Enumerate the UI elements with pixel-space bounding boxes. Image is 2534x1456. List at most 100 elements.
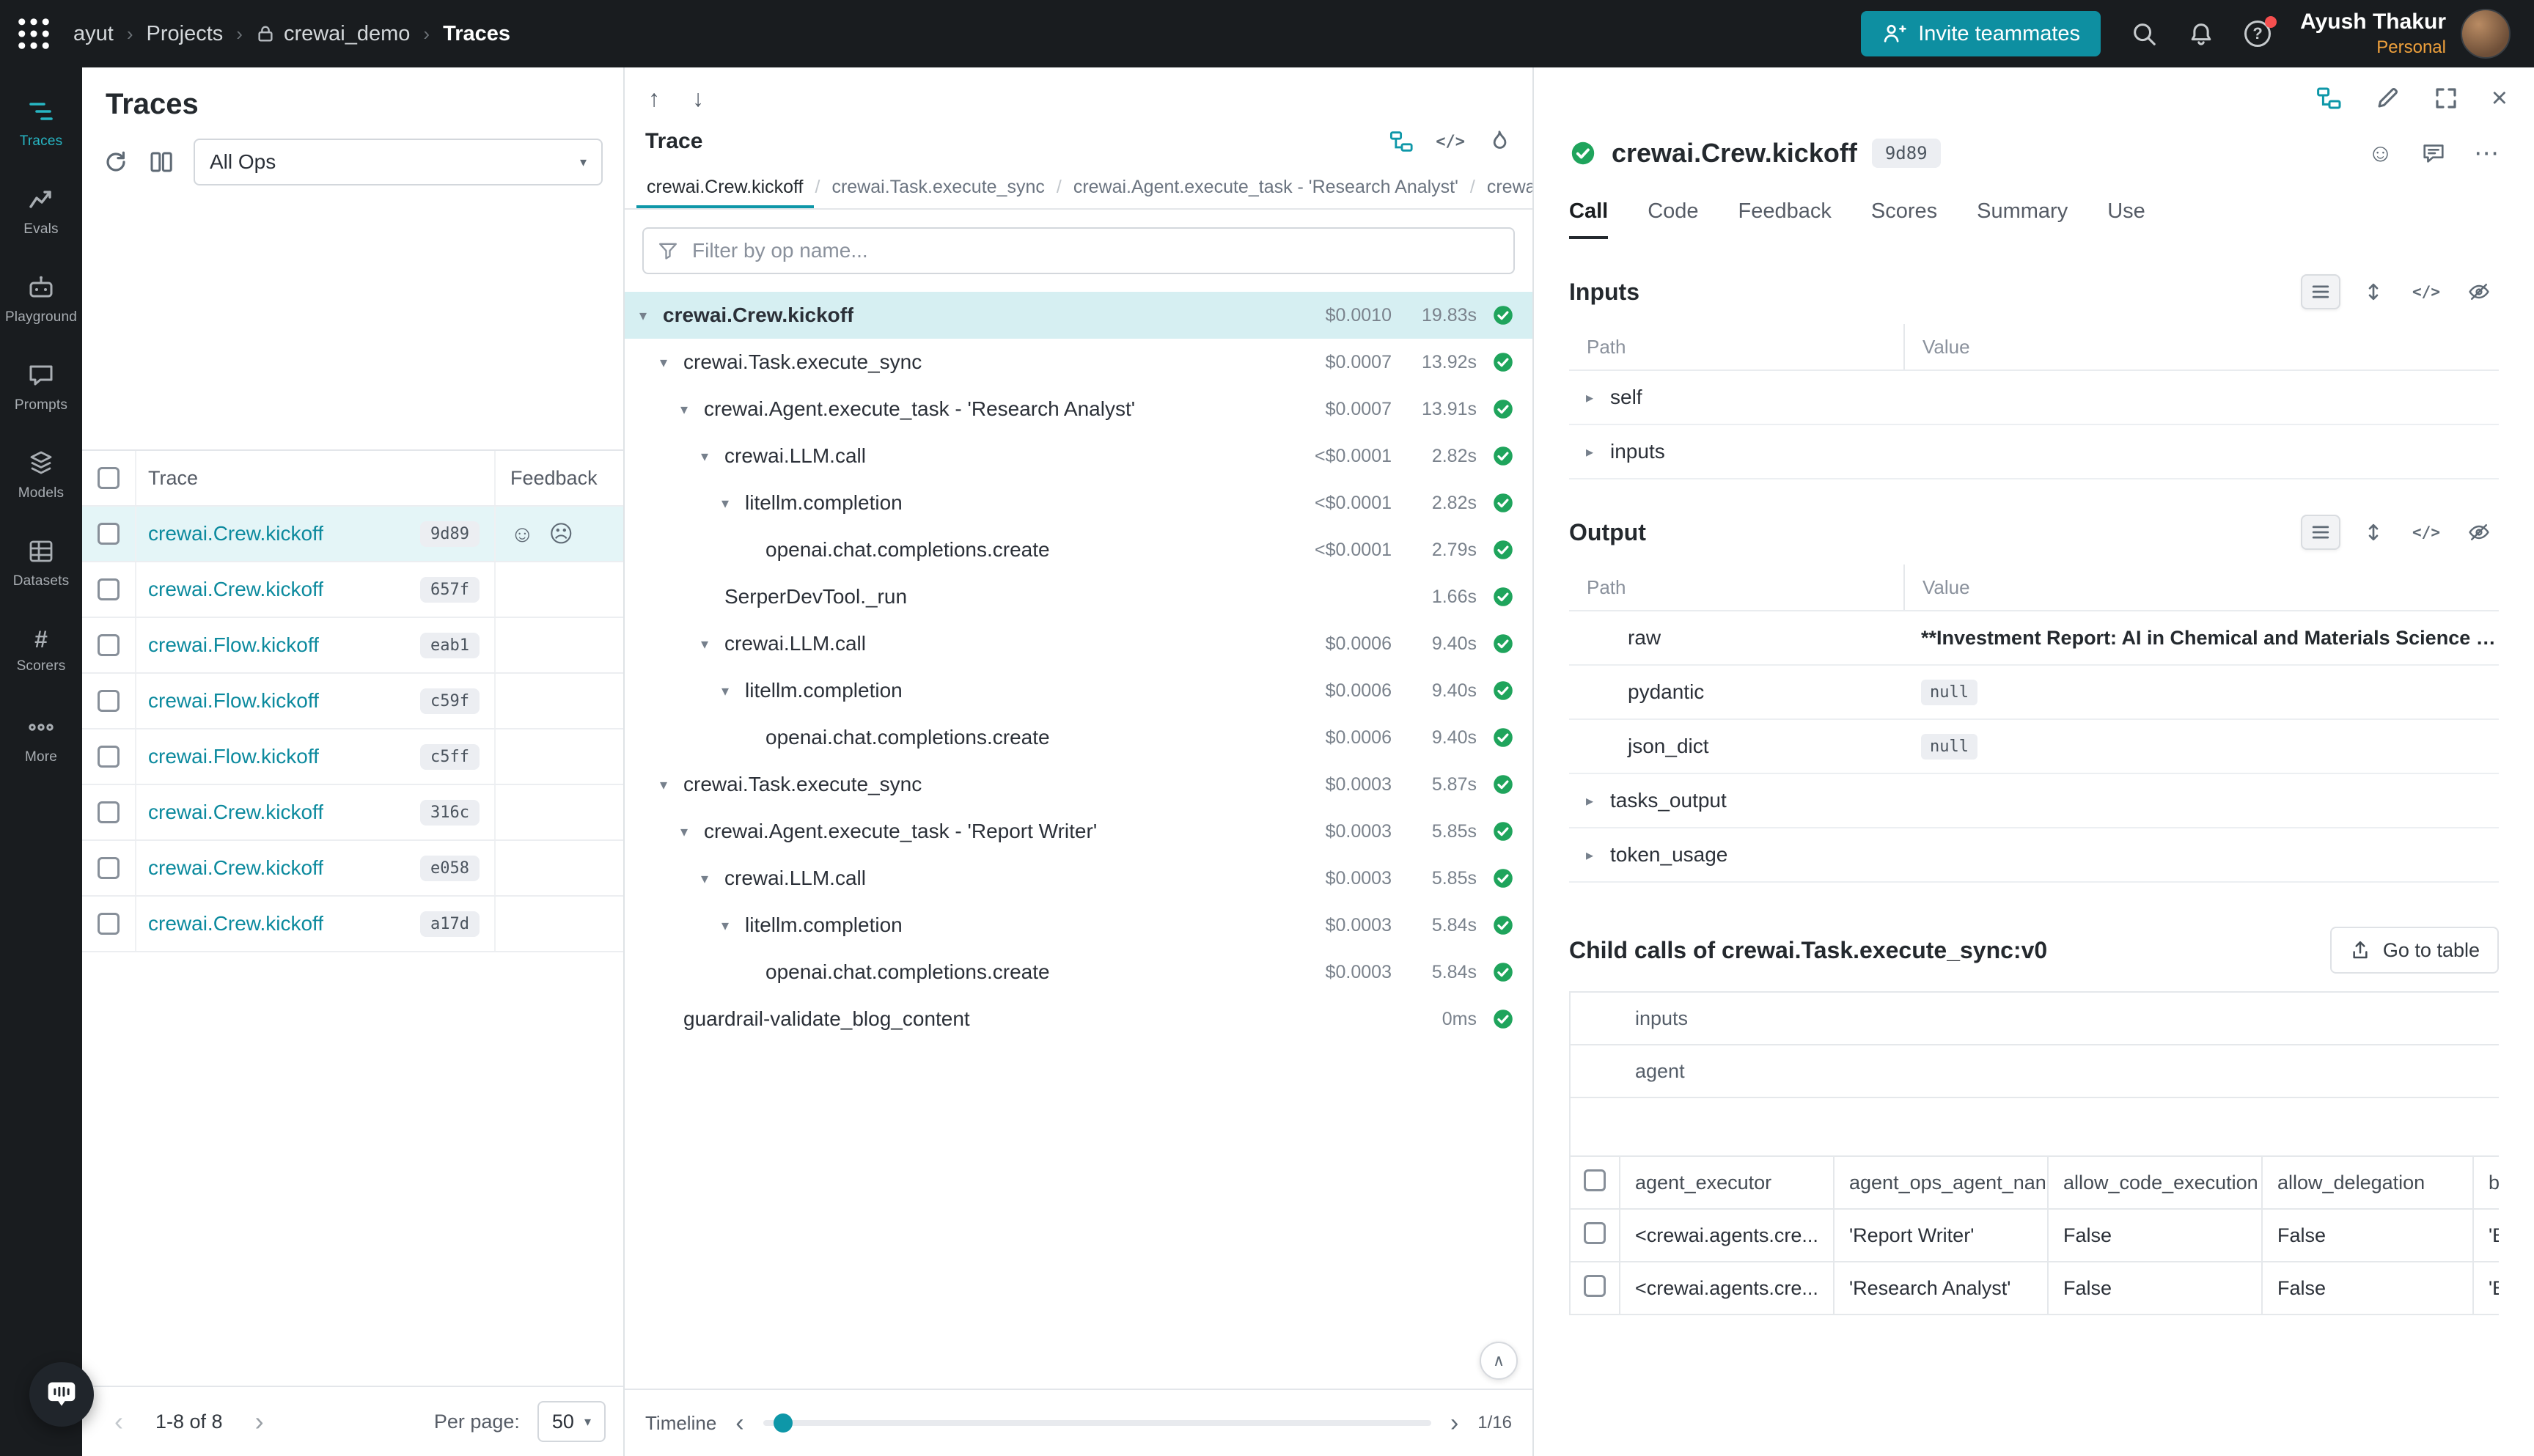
trace-op-link[interactable]: crewai.Crew.kickoff (148, 578, 323, 601)
tab-summary[interactable]: Summary (1977, 183, 2068, 239)
trace-tree-node[interactable]: openai.chat.completions.create $0.0006 9… (625, 714, 1532, 761)
trace-tree-node[interactable]: ▾ crewai.LLM.call $0.0003 5.85s (625, 855, 1532, 902)
row-checkbox[interactable] (98, 801, 120, 823)
op-filter-input[interactable] (689, 238, 1500, 264)
trace-row[interactable]: crewai.Crew.kickoff 9d89 ☺☹ (82, 507, 623, 562)
trace-tree-node[interactable]: ▾ crewai.Agent.execute_task - 'Report Wr… (625, 808, 1532, 855)
code-view-icon[interactable]: </> (2406, 515, 2446, 550)
row-checkbox[interactable] (98, 523, 120, 545)
smiley-feedback-icon[interactable]: ☺ (510, 521, 535, 548)
kv-row[interactable]: ▸inputs (1569, 425, 2499, 479)
trace-path-tab[interactable]: crewai.Agent.execute_task - 'Research An… (1063, 166, 1469, 208)
sidebar-item-models[interactable]: Models (0, 431, 82, 519)
trace-tree-node[interactable]: ▾ litellm.completion $0.0003 5.84s (625, 902, 1532, 949)
expand-values-icon[interactable] (2354, 515, 2393, 550)
timeline-slider[interactable] (763, 1420, 1431, 1426)
sidebar-item-evals[interactable]: Evals (0, 167, 82, 255)
add-note-icon[interactable] (2421, 141, 2446, 166)
chat-bubble-button[interactable] (29, 1362, 94, 1427)
column-header[interactable]: agent_executor (1620, 1156, 1834, 1209)
chevron-right-icon[interactable]: ▸ (1569, 443, 1610, 461)
prev-page-icon[interactable]: ‹ (100, 1406, 138, 1437)
chevron-down-icon[interactable]: ▾ (721, 916, 745, 935)
timeline-prev-icon[interactable]: ‹ (735, 1409, 743, 1438)
list-view-icon[interactable] (2301, 274, 2340, 309)
prev-call-icon[interactable]: ↑ (648, 85, 660, 112)
row-checkbox[interactable] (98, 690, 120, 712)
tab-scores[interactable]: Scores (1871, 183, 1937, 239)
trace-id-badge[interactable]: a17d (420, 911, 480, 937)
trace-path-tab[interactable]: crewai.Crew.kickoff (636, 166, 814, 208)
trace-tree-node[interactable]: openai.chat.completions.create <$0.0001 … (625, 526, 1532, 573)
child-call-row[interactable]: <crewai.agents.cre...'Report Writer'Fals… (1570, 1209, 2499, 1262)
tab-feedback[interactable]: Feedback (1738, 183, 1832, 239)
column-header-feedback[interactable]: Feedback (494, 451, 623, 505)
frown-feedback-icon[interactable]: ☹ (549, 520, 573, 548)
trace-tree-node[interactable]: ▾ crewai.LLM.call $0.0006 9.40s (625, 620, 1532, 667)
chevron-down-icon[interactable]: ▾ (680, 400, 704, 419)
child-call-row[interactable]: <crewai.agents.cre...'Research Analyst'F… (1570, 1262, 2499, 1315)
wandb-logo[interactable] (15, 15, 53, 53)
breadcrumb-item[interactable]: Projects (147, 22, 224, 46)
add-reaction-icon[interactable]: ☺ (2368, 139, 2393, 168)
chevron-down-icon[interactable]: ▾ (721, 494, 745, 512)
chevron-right-icon[interactable]: ▸ (1569, 389, 1610, 407)
code-view-icon[interactable]: </> (2406, 274, 2446, 309)
chevron-right-icon[interactable]: ▸ (1569, 846, 1610, 864)
trace-path-tab[interactable]: crewai.Task.execute_sync (821, 166, 1054, 208)
sidebar-item-playground[interactable]: Playground (0, 255, 82, 343)
refresh-icon[interactable] (103, 149, 129, 175)
trace-op-link[interactable]: crewai.Crew.kickoff (148, 856, 323, 880)
sidebar-item-traces[interactable]: Traces (0, 79, 82, 167)
kv-row[interactable]: ▸self (1569, 371, 2499, 425)
kv-row[interactable]: ▸token_usage (1569, 828, 2499, 883)
tab-use[interactable]: Use (2107, 183, 2145, 239)
tree-view-icon[interactable] (1389, 129, 1414, 154)
hide-values-icon[interactable] (2459, 515, 2499, 550)
trace-row[interactable]: crewai.Crew.kickoff 657f (82, 562, 623, 618)
row-checkbox[interactable] (98, 857, 120, 879)
chevron-down-icon[interactable]: ▾ (721, 682, 745, 700)
trace-row[interactable]: crewai.Flow.kickoff eab1 (82, 618, 623, 674)
select-all-checkbox[interactable] (98, 467, 120, 489)
trace-tree-node[interactable]: ▾ litellm.completion <$0.0001 2.82s (625, 479, 1532, 526)
chevron-down-icon[interactable]: ▾ (660, 776, 683, 794)
list-view-icon[interactable] (2301, 515, 2340, 550)
chevron-right-icon[interactable]: ▸ (1569, 792, 1610, 810)
hide-values-icon[interactable] (2459, 274, 2499, 309)
trace-id-badge[interactable]: 316c (420, 800, 480, 826)
row-checkbox[interactable] (1584, 1275, 1606, 1297)
sidebar-item-prompts[interactable]: Prompts (0, 343, 82, 431)
trace-tree-node[interactable]: ▾ crewai.Crew.kickoff $0.0010 19.83s (625, 292, 1532, 339)
trace-op-link[interactable]: crewai.Flow.kickoff (148, 689, 319, 713)
trace-tree-node[interactable]: openai.chat.completions.create $0.0003 5… (625, 949, 1532, 996)
chevron-down-icon[interactable]: ▾ (680, 823, 704, 841)
sidebar-item-more[interactable]: More (0, 695, 82, 783)
select-all-checkbox[interactable] (1584, 1169, 1606, 1191)
chevron-down-icon[interactable]: ▾ (639, 306, 663, 325)
next-page-icon[interactable]: › (240, 1406, 279, 1437)
trace-tree-node[interactable]: ▾ crewai.Task.execute_sync $0.0007 13.92… (625, 339, 1532, 386)
row-checkbox[interactable] (1584, 1222, 1606, 1244)
timeline-next-icon[interactable]: › (1450, 1409, 1458, 1438)
fullscreen-icon[interactable] (2433, 85, 2459, 111)
column-header[interactable]: allow_delegation (2262, 1156, 2473, 1209)
user-menu[interactable]: Ayush Thakur Personal (2300, 9, 2511, 59)
trace-id-badge[interactable]: eab1 (420, 633, 480, 658)
flame-view-icon[interactable] (1487, 129, 1512, 154)
trace-row[interactable]: crewai.Crew.kickoff 316c (82, 785, 623, 841)
trace-op-link[interactable]: crewai.Crew.kickoff (148, 801, 323, 824)
row-checkbox[interactable] (98, 578, 120, 600)
column-settings-icon[interactable] (148, 149, 175, 175)
column-header-trace[interactable]: Trace (135, 451, 494, 505)
edit-icon[interactable] (2374, 85, 2401, 111)
trace-row[interactable]: crewai.Flow.kickoff c59f (82, 674, 623, 729)
split-panel-icon[interactable] (2316, 85, 2342, 111)
chevron-down-icon[interactable]: ▾ (660, 353, 683, 372)
close-icon[interactable]: × (2491, 83, 2508, 114)
overflow-menu-icon[interactable]: ⋯ (2474, 139, 2499, 168)
breadcrumb-item[interactable]: Traces (443, 22, 510, 46)
notifications-icon[interactable] (2187, 20, 2215, 48)
trace-tree-node[interactable]: ▾ crewai.Task.execute_sync $0.0003 5.87s (625, 761, 1532, 808)
trace-tree-node[interactable]: SerperDevTool._run 1.66s (625, 573, 1532, 620)
